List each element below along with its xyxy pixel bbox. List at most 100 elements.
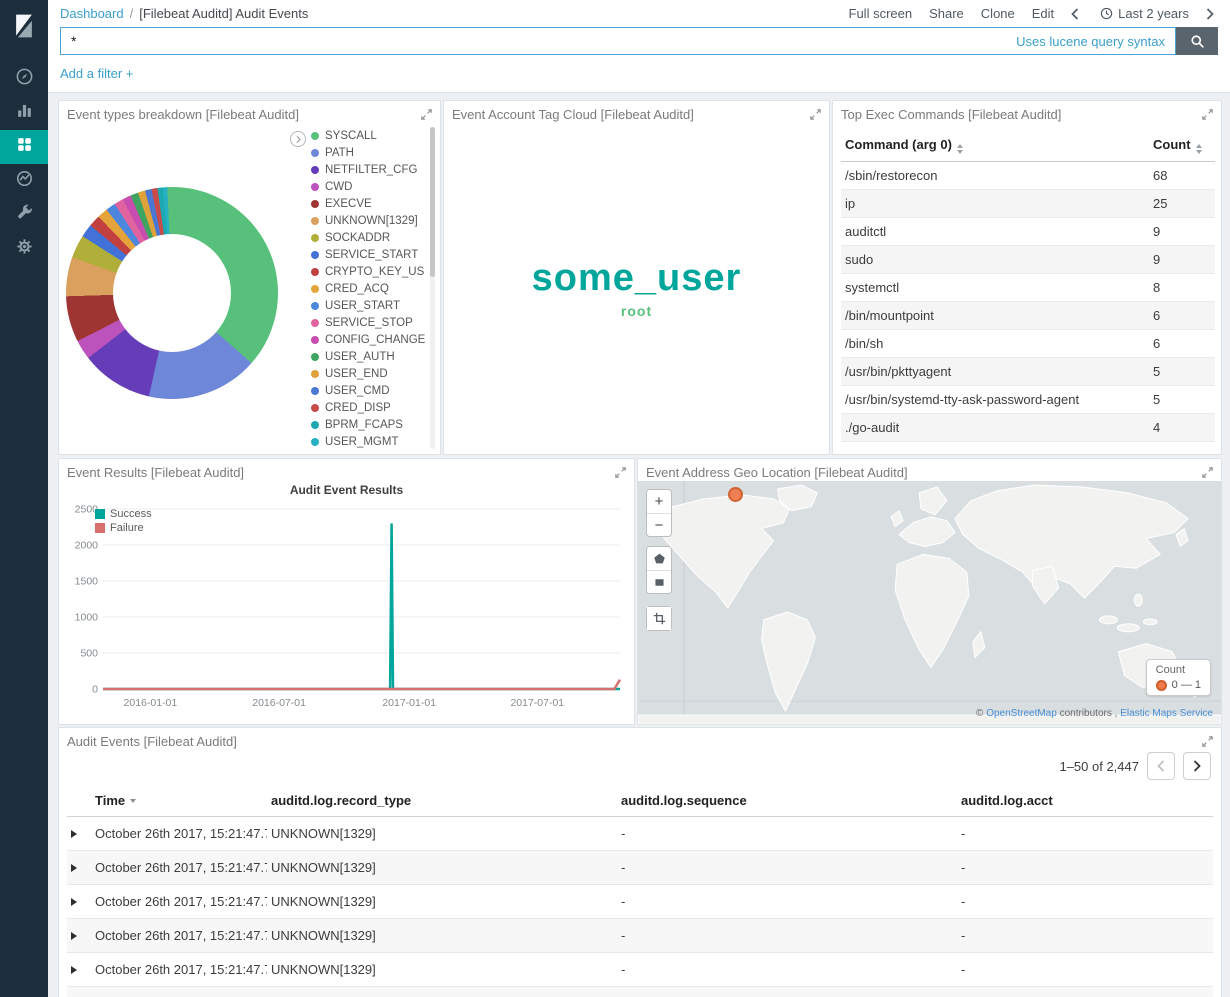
expand-row-button[interactable] <box>67 885 91 919</box>
legend-item[interactable]: USER_END <box>311 365 425 382</box>
legend-item[interactable]: EXECVE <box>311 195 425 212</box>
legend-item[interactable]: CRYPTO_SESSION <box>311 450 425 451</box>
column-header-sequence[interactable]: auditd.log.sequence <box>617 785 957 817</box>
legend-item[interactable]: BPRM_FCAPS <box>311 416 425 433</box>
legend-item[interactable]: CRYPTO_KEY_USER <box>311 263 425 280</box>
time-picker-button[interactable]: Last 2 years <box>1100 6 1189 21</box>
time-forward-button[interactable] <box>1206 7 1218 21</box>
panel-event-results: Event Results [Filebeat Auditd] Audit Ev… <box>58 458 635 725</box>
sidebar-item-management[interactable] <box>0 232 48 266</box>
column-header-acct[interactable]: auditd.log.acct <box>957 785 1213 817</box>
kibana-logo[interactable] <box>0 0 48 52</box>
next-page-button[interactable] <box>1183 752 1211 780</box>
lucene-syntax-link[interactable]: Uses lucene query syntax <box>1016 34 1165 49</box>
expand-panel-icon[interactable] <box>421 109 432 120</box>
sidebar-item-discover[interactable] <box>0 62 48 96</box>
expand-panel-icon[interactable] <box>615 467 626 478</box>
svg-text:2017-01-01: 2017-01-01 <box>382 697 436 709</box>
expand-row-button[interactable] <box>67 817 91 851</box>
legend-item[interactable]: SYSCALL <box>311 127 425 144</box>
scrollbar-thumb[interactable] <box>430 127 435 277</box>
tag-cloud: some_userroot <box>444 123 829 454</box>
legend-item[interactable]: USER_START <box>311 297 425 314</box>
previous-page-button[interactable] <box>1147 752 1175 780</box>
legend-item[interactable]: CRED_ACQ <box>311 280 425 297</box>
acct-cell: - <box>957 919 1213 953</box>
sidebar-item-dashboard[interactable] <box>0 130 48 164</box>
legend-item[interactable]: SERVICE_STOP <box>311 314 425 331</box>
query-input-box: Uses lucene query syntax <box>60 27 1176 55</box>
tagcloud-tag[interactable]: some_user <box>532 259 742 297</box>
line-chart[interactable]: 050010001500200025002016-01-012016-07-01… <box>69 501 626 719</box>
legend-item[interactable]: CRED_DISP <box>311 399 425 416</box>
legend-swatch <box>311 183 319 191</box>
record-type-cell: UNKNOWN[1329] <box>267 817 617 851</box>
legend-item[interactable]: NETFILTER_CFG <box>311 161 425 178</box>
full-screen-button[interactable]: Full screen <box>849 6 913 21</box>
column-header-count[interactable]: Count <box>1149 131 1215 162</box>
expand-row-button[interactable] <box>67 919 91 953</box>
zoom-out-button[interactable]: − <box>647 513 671 536</box>
donut-chart[interactable] <box>66 187 278 399</box>
sidebar-item-dev-tools[interactable] <box>0 198 48 232</box>
column-header-time[interactable]: Time <box>91 785 267 817</box>
elastic-maps-link[interactable]: Elastic Maps Service <box>1120 708 1213 719</box>
sequence-cell: - <box>617 919 957 953</box>
legend-scrollbar[interactable] <box>430 127 435 449</box>
sidebar-item-timelion[interactable] <box>0 164 48 198</box>
series-legend-item[interactable]: Failure <box>95 521 152 535</box>
edit-button[interactable]: Edit <box>1032 6 1054 21</box>
query-input[interactable] <box>61 33 1016 49</box>
sequence-cell: - <box>617 817 957 851</box>
expand-panel-icon[interactable] <box>1202 736 1213 747</box>
add-filter-link[interactable]: Add a filter + <box>60 66 133 81</box>
sidebar-item-visualize[interactable] <box>0 96 48 130</box>
breadcrumb-dashboard-link[interactable]: Dashboard <box>60 6 124 21</box>
world-map[interactable]: + − Count <box>638 481 1221 724</box>
series-legend-item[interactable]: Success <box>95 507 152 521</box>
map-legend: Count 0 — 1 <box>1146 659 1211 696</box>
tagcloud-tag[interactable]: root <box>621 304 652 318</box>
expand-row-button[interactable] <box>67 851 91 885</box>
breadcrumb-separator: / <box>130 6 134 21</box>
expand-panel-icon[interactable] <box>1202 109 1213 120</box>
svg-text:2017-07-01: 2017-07-01 <box>510 697 564 709</box>
zoom-in-button[interactable]: + <box>647 490 671 513</box>
legend-swatch <box>311 200 319 208</box>
bounding-box-button[interactable] <box>647 607 671 630</box>
legend-item[interactable]: SERVICE_START <box>311 246 425 263</box>
clone-button[interactable]: Clone <box>981 6 1015 21</box>
command-cell: systemctl <box>841 274 1149 302</box>
legend-item[interactable]: USER_AUTH <box>311 348 425 365</box>
table-row: ip25 <box>841 190 1215 218</box>
column-header-command[interactable]: Command (arg 0) <box>841 131 1149 162</box>
column-header-record-type[interactable]: auditd.log.record_type <box>267 785 617 817</box>
legend-item[interactable]: SOCKADDR <box>311 229 425 246</box>
draw-rectangle-button[interactable] <box>647 570 671 593</box>
search-button[interactable] <box>1176 27 1218 55</box>
geo-point-marker[interactable] <box>728 487 743 502</box>
gear-icon <box>15 237 34 261</box>
legend-item[interactable]: CONFIG_CHANGE <box>311 331 425 348</box>
legend-item[interactable]: USER_MGMT <box>311 433 425 450</box>
legend-item[interactable]: PATH <box>311 144 425 161</box>
legend-swatch <box>311 217 319 225</box>
draw-polygon-button[interactable] <box>647 547 671 570</box>
svg-text:1000: 1000 <box>75 612 99 624</box>
draw-controls <box>646 546 672 594</box>
count-cell: 68 <box>1149 162 1215 190</box>
expand-row-button[interactable] <box>67 987 91 997</box>
record-type-cell: UNKNOWN[1329] <box>267 919 617 953</box>
legend-item[interactable]: CWD <box>311 178 425 195</box>
share-button[interactable]: Share <box>929 6 964 21</box>
record-type-cell: UNKNOWN[1329] <box>267 885 617 919</box>
legend-toggle-button[interactable] <box>290 131 306 147</box>
legend-item[interactable]: UNKNOWN[1329] <box>311 212 425 229</box>
expand-panel-icon[interactable] <box>810 109 821 120</box>
time-back-button[interactable] <box>1071 7 1083 21</box>
expand-panel-icon[interactable] <box>1202 467 1213 478</box>
expand-row-button[interactable] <box>67 953 91 987</box>
openstreetmap-link[interactable]: OpenStreetMap <box>986 708 1057 719</box>
legend-item[interactable]: USER_CMD <box>311 382 425 399</box>
table-row: October 26th 2017, 15:21:47.728UNKNOWN[1… <box>67 953 1213 987</box>
